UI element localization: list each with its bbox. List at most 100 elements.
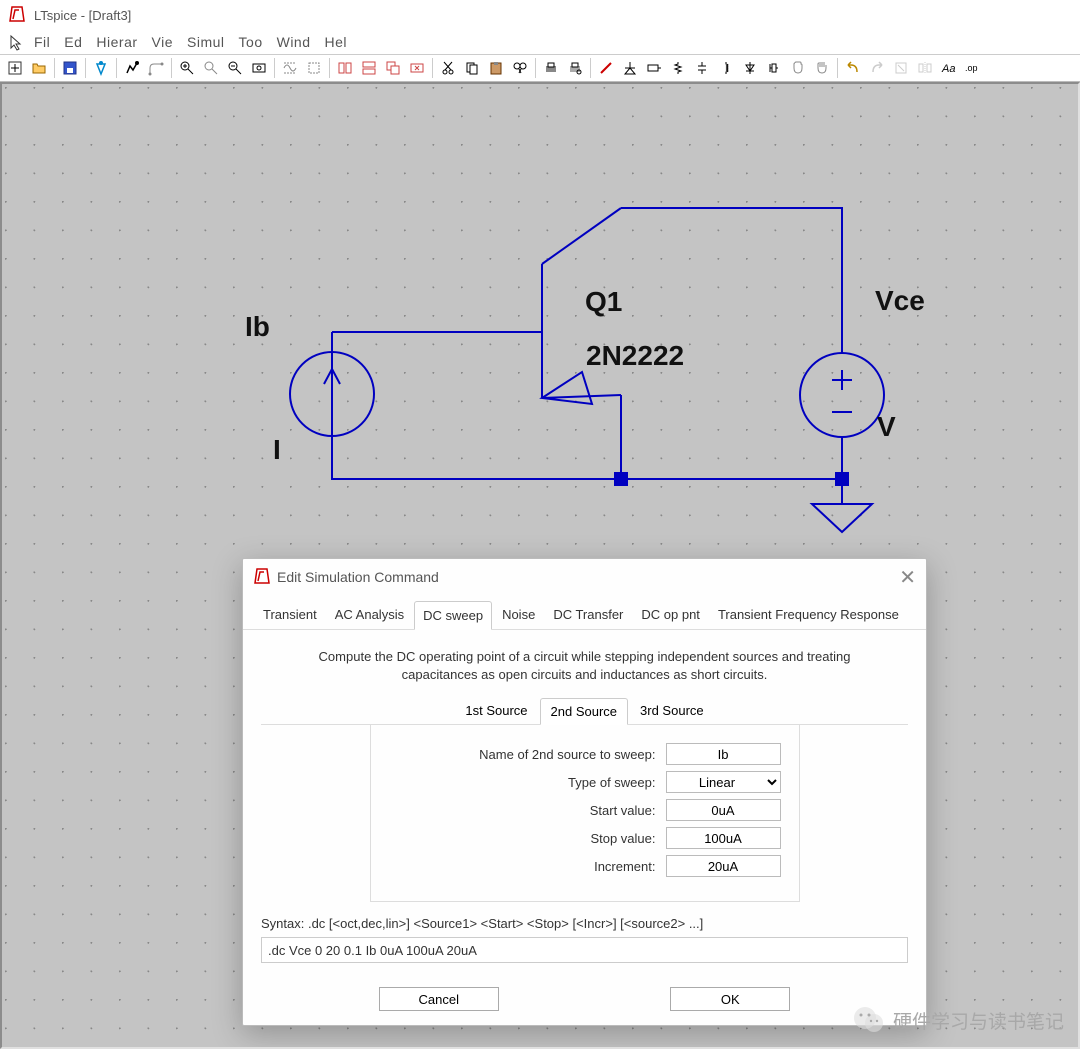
separator [837, 58, 838, 78]
analysis-tabs: Transient AC Analysis DC sweep Noise DC … [243, 601, 926, 630]
transistor-name: Q1 [585, 286, 622, 317]
ground-icon[interactable] [619, 57, 641, 79]
ok-button[interactable]: OK [670, 987, 790, 1011]
move-icon[interactable] [787, 57, 809, 79]
copy-icon[interactable] [461, 57, 483, 79]
drag-icon[interactable] [811, 57, 833, 79]
menu-tools[interactable]: Too [235, 32, 267, 52]
menu-simulate[interactable]: Simul [183, 32, 229, 52]
watermark-text: 硬件学习与读书笔记 [893, 1007, 1064, 1034]
source-name-input[interactable] [666, 743, 781, 765]
description-text: Compute the DC operating point of a circ… [301, 648, 868, 684]
current-source-value: I [273, 434, 281, 465]
diode-icon[interactable] [739, 57, 761, 79]
increment-label: Increment: [594, 859, 655, 874]
close-icon[interactable]: ✕ [899, 565, 916, 590]
paste-icon[interactable] [485, 57, 507, 79]
tab-dc-sweep[interactable]: DC sweep [414, 601, 492, 630]
rotate-icon[interactable] [890, 57, 912, 79]
sweep-form: Name of 2nd source to sweep: Type of swe… [370, 725, 800, 902]
pan-icon[interactable] [200, 57, 222, 79]
cut-icon[interactable] [437, 57, 459, 79]
component-icon[interactable] [763, 57, 785, 79]
pointer-icon [8, 34, 26, 55]
menu-help[interactable]: Hel [321, 32, 352, 52]
menu-edit[interactable]: Ed [60, 32, 86, 52]
separator [274, 58, 275, 78]
spice-command-input[interactable] [261, 937, 908, 963]
separator [171, 58, 172, 78]
tab-2nd-source[interactable]: 2nd Source [540, 698, 629, 725]
dialog-titlebar[interactable]: Edit Simulation Command ✕ [243, 559, 926, 595]
current-source-name: Ib [245, 311, 270, 342]
menu-hierarchy[interactable]: Hierar [92, 32, 141, 52]
sweep-type-select[interactable]: Linear [666, 771, 781, 793]
wire-icon[interactable] [595, 57, 617, 79]
tab-noise[interactable]: Noise [494, 601, 543, 629]
redo-icon[interactable] [866, 57, 888, 79]
transistor-model: 2N2222 [586, 340, 684, 371]
resistor-icon[interactable] [667, 57, 689, 79]
autoscale-icon[interactable] [279, 57, 301, 79]
tab-1st-source[interactable]: 1st Source [455, 698, 537, 724]
tab-transient[interactable]: Transient [255, 601, 325, 629]
tab-dc-op[interactable]: DC op pnt [633, 601, 708, 629]
run-icon[interactable] [121, 57, 143, 79]
control-panel-icon[interactable] [90, 57, 112, 79]
tab-tfr[interactable]: Transient Frequency Response [710, 601, 907, 629]
close-windows-icon[interactable] [406, 57, 428, 79]
tab-dc-transfer[interactable]: DC Transfer [545, 601, 631, 629]
increment-input[interactable] [666, 855, 781, 877]
wechat-icon [851, 1003, 885, 1037]
capacitor-icon[interactable] [691, 57, 713, 79]
find-icon[interactable] [509, 57, 531, 79]
start-value-label: Start value: [590, 803, 656, 818]
open-icon[interactable] [28, 57, 50, 79]
edit-simulation-dialog: Edit Simulation Command ✕ Transient AC A… [242, 558, 927, 1026]
source-name-label: Name of 2nd source to sweep: [479, 747, 655, 762]
spice-directive-icon[interactable]: .op [962, 57, 984, 79]
separator [329, 58, 330, 78]
schematic-canvas[interactable]: Ib I Q1 2N2222 Vce V Edit Simulation Com… [0, 82, 1080, 1049]
inductor-icon[interactable] [715, 57, 737, 79]
separator [535, 58, 536, 78]
watermark: 硬件学习与读书笔记 [851, 1003, 1064, 1037]
menu-window[interactable]: Wind [273, 32, 315, 52]
print-icon[interactable] [540, 57, 562, 79]
window-title: LTspice - [Draft3] [34, 8, 131, 23]
tile-windows-icon[interactable] [334, 57, 356, 79]
zoom-in-icon[interactable] [176, 57, 198, 79]
log-icon[interactable] [303, 57, 325, 79]
voltage-source-name: Vce [875, 285, 925, 316]
mirror-icon[interactable] [914, 57, 936, 79]
undo-icon[interactable] [842, 57, 864, 79]
stop-value-input[interactable] [666, 827, 781, 849]
app-icon [8, 5, 26, 26]
print-setup-icon[interactable] [564, 57, 586, 79]
separator [85, 58, 86, 78]
save-icon[interactable] [59, 57, 81, 79]
menu-view[interactable]: Vie [148, 32, 177, 52]
cascade-icon[interactable] [382, 57, 404, 79]
tile-horiz-icon[interactable] [358, 57, 380, 79]
stop-value-label: Stop value: [590, 831, 655, 846]
menu-file[interactable]: Fil [6, 32, 54, 52]
zoom-out-icon[interactable] [224, 57, 246, 79]
new-schematic-icon[interactable] [4, 57, 26, 79]
text-icon[interactable]: Aa [938, 57, 960, 79]
label-icon[interactable] [643, 57, 665, 79]
separator [116, 58, 117, 78]
sweep-type-label: Type of sweep: [568, 775, 655, 790]
tab-ac-analysis[interactable]: AC Analysis [327, 601, 412, 629]
tab-3rd-source[interactable]: 3rd Source [630, 698, 714, 724]
start-value-input[interactable] [666, 799, 781, 821]
source-tabs: 1st Source 2nd Source 3rd Source [261, 698, 908, 725]
svg-text:.op: .op [965, 63, 978, 73]
separator [432, 58, 433, 78]
syntax-text: Syntax: .dc [<oct,dec,lin>] <Source1> <S… [261, 916, 908, 931]
zoom-fit-icon[interactable] [248, 57, 270, 79]
dialog-title: Edit Simulation Command [277, 569, 439, 585]
menu-bar: Fil Ed Hierar Vie Simul Too Wind Hel [0, 30, 1080, 54]
cancel-button[interactable]: Cancel [379, 987, 499, 1011]
halt-icon[interactable] [145, 57, 167, 79]
